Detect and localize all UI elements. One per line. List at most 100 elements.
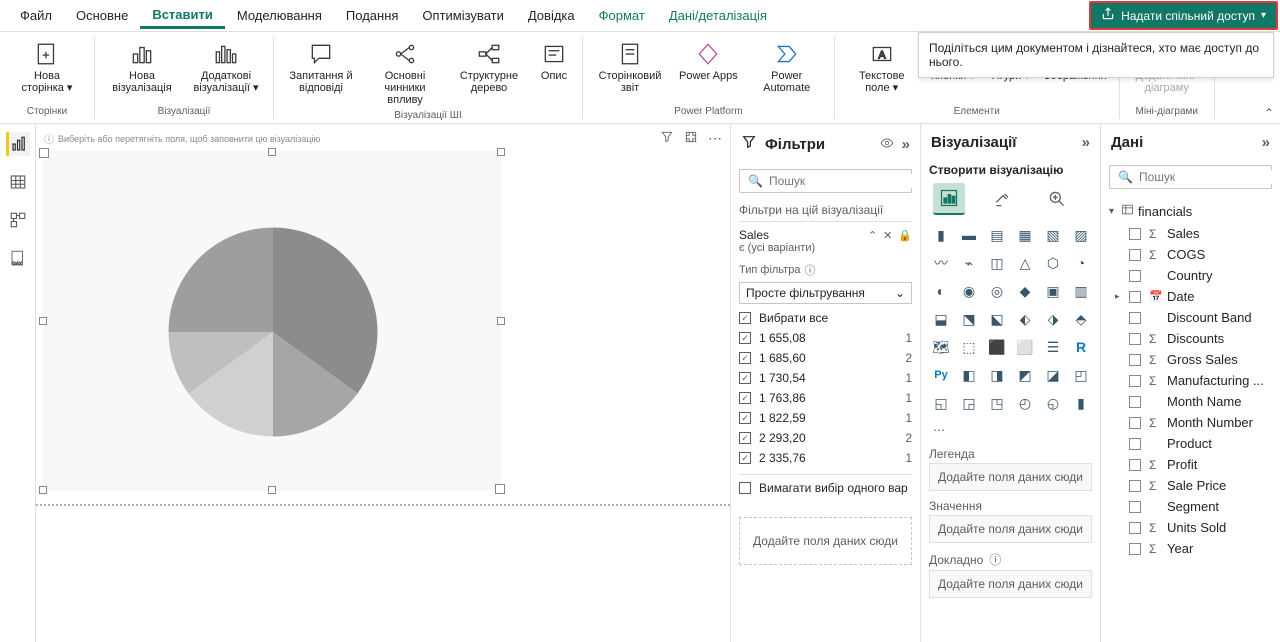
viz-type-12[interactable]: ◐ — [929, 279, 953, 303]
checkbox-icon[interactable] — [1129, 459, 1141, 471]
viz-type-36[interactable]: ◱ — [929, 391, 953, 415]
filter-value-row[interactable]: 2 335,761 — [739, 448, 912, 468]
power-apps-button[interactable]: Power Apps — [673, 36, 744, 104]
info-small-icon[interactable]: ⓘ — [989, 551, 1001, 568]
viz-type-26[interactable]: ⬛ — [985, 335, 1009, 359]
chevron-up-icon[interactable]: ⌃ — [868, 229, 877, 242]
field-month-name[interactable]: Month Name — [1109, 391, 1272, 412]
viz-type-20[interactable]: ⬕ — [985, 307, 1009, 331]
filter-icon[interactable] — [660, 130, 674, 147]
tab-format[interactable]: Формат — [587, 4, 657, 27]
clear-icon[interactable]: ✕ — [883, 229, 892, 242]
viz-type-39[interactable]: ◴ — [1013, 391, 1037, 415]
checkbox-icon[interactable] — [1129, 228, 1141, 240]
key-influencers-button[interactable]: Основні чинники впливу — [364, 36, 446, 108]
narrative-button[interactable]: Опис — [532, 36, 576, 108]
viz-type-8[interactable]: ◫ — [985, 251, 1009, 275]
share-button[interactable]: Надати спільний доступ ▾ — [1089, 1, 1278, 30]
collapse-icon[interactable]: » — [902, 136, 910, 154]
viz-type-29[interactable]: R — [1069, 335, 1093, 359]
pie-visual[interactable] — [42, 151, 502, 491]
tab-help[interactable]: Довідка — [516, 4, 587, 27]
field-segment[interactable]: Segment — [1109, 496, 1272, 517]
more-visuals-button[interactable]: Додаткові візуалізації ▾ — [185, 36, 267, 104]
tab-insert[interactable]: Вставити — [140, 3, 225, 29]
viz-type-0[interactable]: ▮ — [929, 223, 953, 247]
viz-type-6[interactable]: 〰 — [929, 251, 953, 275]
model-view-icon[interactable] — [6, 208, 30, 232]
qa-button[interactable]: Запитання й відповіді — [280, 36, 362, 108]
tab-view[interactable]: Подання — [334, 4, 411, 27]
field-gross-sales[interactable]: ΣGross Sales — [1109, 349, 1272, 370]
field-profit[interactable]: ΣProfit — [1109, 454, 1272, 475]
viz-type-16[interactable]: ▣ — [1041, 279, 1065, 303]
filter-value-row[interactable]: 2 293,202 — [739, 428, 912, 448]
checkbox-icon[interactable] — [739, 372, 751, 384]
viz-type-24[interactable]: 🗺 — [929, 335, 953, 359]
checkbox-icon[interactable] — [1129, 354, 1141, 366]
checkbox-icon[interactable] — [1129, 291, 1141, 303]
table-financials[interactable]: ▾ financials — [1109, 199, 1272, 223]
checkbox-icon[interactable] — [1129, 522, 1141, 534]
viz-type-1[interactable]: ▬ — [957, 223, 981, 247]
well-detail-drop[interactable]: Додайте поля даних сюди — [929, 570, 1092, 598]
field-year[interactable]: ΣYear — [1109, 538, 1272, 559]
viz-type-34[interactable]: ◪ — [1041, 363, 1065, 387]
viz-type-11[interactable]: ◔ — [1069, 251, 1093, 275]
decomposition-button[interactable]: Структурне дерево — [448, 36, 530, 108]
table-view-icon[interactable] — [6, 170, 30, 194]
checkbox-icon[interactable] — [739, 332, 751, 344]
new-visual-button[interactable]: Нова візуалізація — [101, 36, 183, 104]
tab-optimize[interactable]: Оптимізувати — [410, 4, 515, 27]
lock-icon[interactable]: 🔒 — [898, 229, 912, 242]
filters-search-input[interactable] — [769, 174, 920, 188]
checkbox-icon[interactable] — [1129, 543, 1141, 555]
field-sales[interactable]: ΣSales — [1109, 223, 1272, 244]
checkbox-icon[interactable] — [1129, 480, 1141, 492]
field-discount-band[interactable]: Discount Band — [1109, 307, 1272, 328]
viz-type-28[interactable]: ☰ — [1041, 335, 1065, 359]
viz-type-37[interactable]: ◲ — [957, 391, 981, 415]
well-legend-drop[interactable]: Додайте поля даних сюди — [929, 463, 1092, 491]
viz-type-21[interactable]: ⬖ — [1013, 307, 1037, 331]
viz-type-18[interactable]: ⬓ — [929, 307, 953, 331]
viz-type-30[interactable]: Py — [929, 363, 953, 387]
dax-view-icon[interactable]: DAX — [6, 246, 30, 270]
viz-type-9[interactable]: △ — [1013, 251, 1037, 275]
checkbox-icon[interactable] — [1129, 501, 1141, 513]
filter-select-all[interactable]: Вибрати все — [739, 308, 912, 328]
checkbox-icon[interactable] — [739, 352, 751, 364]
checkbox-icon[interactable] — [1129, 312, 1141, 324]
viz-type-5[interactable]: ▨ — [1069, 223, 1093, 247]
viz-type-23[interactable]: ⬘ — [1069, 307, 1093, 331]
viz-type-32[interactable]: ◨ — [985, 363, 1009, 387]
filters-search[interactable]: 🔍 — [739, 169, 912, 193]
tab-data-drill[interactable]: Дані/деталізація — [657, 4, 779, 27]
checkbox-icon[interactable] — [1129, 438, 1141, 450]
viz-type-14[interactable]: ◎ — [985, 279, 1009, 303]
viz-format-mode[interactable] — [987, 183, 1019, 215]
tab-file[interactable]: Файл — [8, 4, 64, 27]
viz-build-mode[interactable] — [933, 183, 965, 215]
checkbox-icon[interactable] — [739, 432, 751, 444]
require-single-row[interactable]: Вимагати вибір одного вар — [739, 474, 912, 501]
field-country[interactable]: Country — [1109, 265, 1272, 286]
viz-type-22[interactable]: ⬗ — [1041, 307, 1065, 331]
viz-type-10[interactable]: ⬡ — [1041, 251, 1065, 275]
viz-type-4[interactable]: ▧ — [1041, 223, 1065, 247]
viz-type-13[interactable]: ◉ — [957, 279, 981, 303]
collapse-icon[interactable]: » — [1262, 134, 1270, 151]
viz-type-19[interactable]: ⬔ — [957, 307, 981, 331]
report-view-icon[interactable] — [6, 132, 30, 156]
checkbox-icon[interactable] — [1129, 333, 1141, 345]
new-page-button[interactable]: Нова сторінка ▾ — [6, 36, 88, 104]
field-discounts[interactable]: ΣDiscounts — [1109, 328, 1272, 349]
viz-type-25[interactable]: ⬚ — [957, 335, 981, 359]
well-values-drop[interactable]: Додайте поля даних сюди — [929, 515, 1092, 543]
checkbox-icon[interactable] — [1129, 396, 1141, 408]
textbox-button[interactable]: A Текстове поле ▾ — [841, 36, 923, 104]
report-canvas[interactable]: ⓘ Виберіть або перетягніть поля, щоб зап… — [36, 124, 730, 642]
power-automate-button[interactable]: Power Automate — [746, 36, 828, 104]
tab-modeling[interactable]: Моделювання — [225, 4, 334, 27]
field-manufacturing-[interactable]: ΣManufacturing ... — [1109, 370, 1272, 391]
